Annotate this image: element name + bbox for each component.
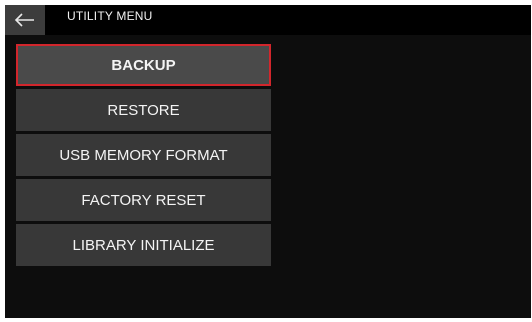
usb-memory-format-label: USB MEMORY FORMAT <box>59 146 228 164</box>
backup-button[interactable]: BACKUP <box>16 44 271 86</box>
utility-menu-list: BACKUP RESTORE USB MEMORY FORMAT FACTORY… <box>16 44 271 269</box>
back-button[interactable] <box>5 5 45 35</box>
factory-reset-button[interactable]: FACTORY RESET <box>16 179 271 221</box>
page-title: UTILITY MENU <box>67 9 153 23</box>
usb-memory-format-button[interactable]: USB MEMORY FORMAT <box>16 134 271 176</box>
library-initialize-label: LIBRARY INITIALIZE <box>72 236 215 254</box>
title-bar: UTILITY MENU <box>5 5 531 35</box>
factory-reset-label: FACTORY RESET <box>81 191 206 209</box>
restore-button[interactable]: RESTORE <box>16 89 271 131</box>
utility-menu-screen: UTILITY MENU BACKUP RESTORE USB MEMORY F… <box>5 5 531 318</box>
backup-label: BACKUP <box>111 56 176 74</box>
left-arrow-icon <box>14 13 36 27</box>
restore-label: RESTORE <box>107 101 180 119</box>
library-initialize-button[interactable]: LIBRARY INITIALIZE <box>16 224 271 266</box>
